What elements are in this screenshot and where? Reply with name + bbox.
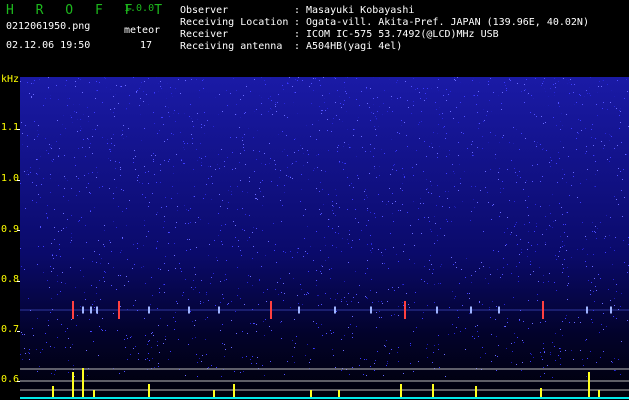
observer-label: Observer	[180, 5, 229, 16]
meteor-echo	[118, 301, 120, 319]
y-tick-label: 1.1	[1, 122, 20, 133]
meteor-echo	[148, 306, 150, 314]
meteor-echo	[188, 306, 190, 314]
antenna-label: Receiving antenna	[180, 41, 283, 52]
meteor-echo	[96, 306, 98, 314]
datetime: 02.12.06 19:50	[6, 40, 91, 51]
meteor-label: meteor	[124, 25, 161, 36]
signal-bar	[432, 384, 434, 398]
antenna-value: A504HB(yagi 4el)	[306, 41, 403, 52]
meteor-echo	[436, 306, 438, 314]
y-unit-label: kHz	[1, 74, 20, 85]
meteor-echo	[370, 306, 372, 314]
filename: 0212061950.png	[6, 21, 91, 32]
signal-bar	[540, 388, 542, 398]
spectrogram-background	[20, 77, 629, 400]
location-colon: :	[294, 17, 301, 28]
meteor-echo	[72, 301, 74, 319]
y-tick-label: 0.7	[1, 324, 20, 335]
header-panel: H R O F F T 1.0.0 0212061950.png 02.12.0…	[0, 0, 629, 75]
meteor-echo	[404, 301, 406, 319]
meteor-echo	[298, 306, 300, 314]
receiver-colon: :	[294, 29, 301, 40]
meteor-echo	[334, 306, 336, 314]
app-version: 1.0.0	[124, 3, 155, 14]
signal-bar	[82, 368, 84, 398]
observer-value: Masayuki Kobayashi	[306, 5, 415, 16]
meteor-echo	[82, 306, 84, 314]
signal-bar	[400, 384, 402, 398]
meteor-echo	[586, 306, 588, 314]
signal-bar	[93, 390, 95, 398]
location-label: Receiving Location	[180, 17, 289, 28]
signal-bar	[52, 386, 54, 398]
signal-bar	[588, 372, 590, 398]
signal-bar	[475, 386, 477, 398]
meteor-echo	[542, 301, 544, 319]
meteor-echo	[218, 306, 220, 314]
observer-colon: :	[294, 5, 301, 16]
receiver-value: ICOM IC-575 53.7492(@LCD)MHz USB	[306, 29, 499, 40]
signal-bar	[338, 390, 340, 398]
signal-bar	[233, 384, 235, 398]
antenna-colon: :	[294, 41, 301, 52]
location-value: Ogata-vill. Akita-Pref. JAPAN (139.96E, …	[306, 17, 589, 28]
y-tick-label: 0.8	[1, 274, 20, 285]
meteor-echo	[610, 306, 612, 314]
signal-bar	[310, 390, 312, 398]
y-tick-label: 0.6	[1, 374, 20, 385]
signal-bar	[72, 372, 74, 398]
meteor-echo	[498, 306, 500, 314]
signal-bar	[598, 390, 600, 398]
y-tick-label: 1.0	[1, 173, 20, 184]
meteor-count: 17	[140, 40, 153, 51]
meteor-echo	[470, 306, 472, 314]
receiver-label: Receiver	[180, 29, 229, 40]
meteor-echo	[90, 306, 92, 314]
signal-bar	[213, 390, 215, 398]
meteor-echo	[270, 301, 272, 319]
spectrogram	[20, 77, 629, 400]
signal-bar	[148, 384, 150, 398]
